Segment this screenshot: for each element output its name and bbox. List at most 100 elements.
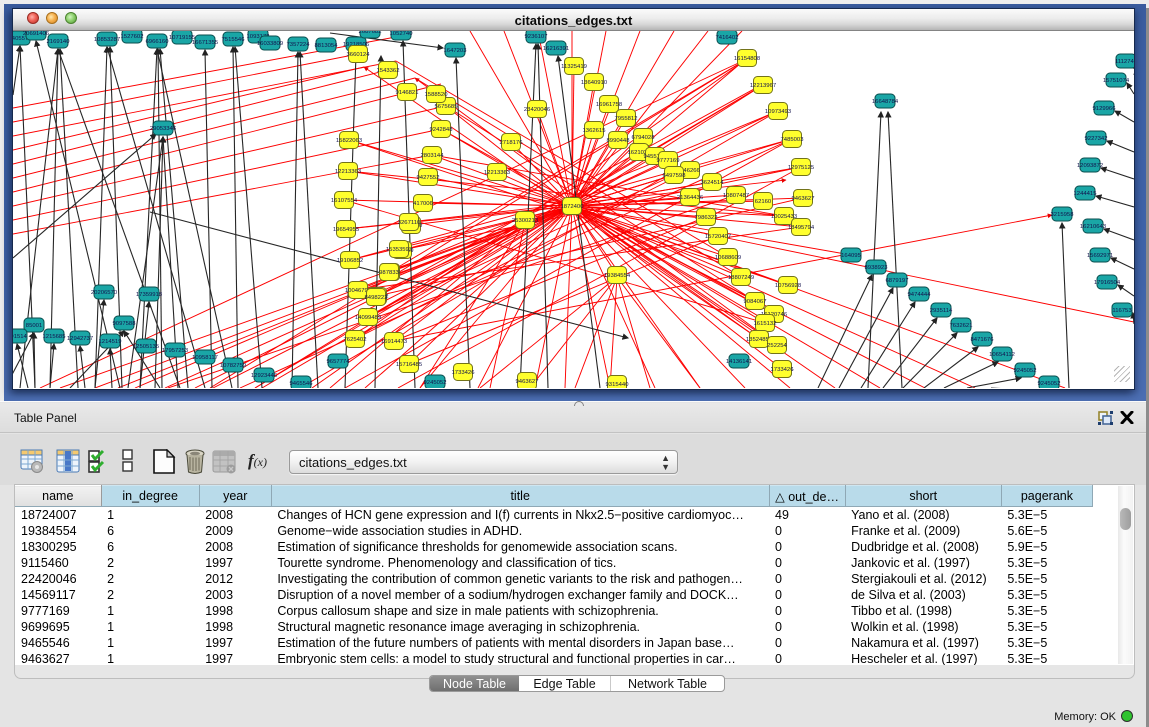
svg-text:10688609: 10688609: [715, 255, 741, 261]
svg-text:2803144: 2803144: [421, 153, 445, 159]
svg-text:9463627: 9463627: [792, 196, 815, 202]
svg-text:1527602: 1527602: [121, 34, 144, 40]
svg-text:16671355: 16671355: [192, 40, 219, 46]
svg-text:17957253: 17957253: [162, 348, 189, 354]
svg-text:17359918: 17359918: [136, 292, 163, 298]
svg-text:2718176: 2718176: [500, 140, 524, 146]
svg-text:9315440: 9315440: [606, 382, 630, 388]
svg-text:1647203: 1647203: [444, 48, 468, 54]
svg-text:16154808: 16154808: [734, 56, 761, 62]
svg-text:6497598: 6497598: [663, 173, 687, 179]
svg-text:20691406: 20691406: [23, 31, 50, 37]
svg-text:10807487: 10807487: [723, 193, 749, 199]
svg-text:17916504: 17916504: [1094, 280, 1121, 286]
svg-text:3624514: 3624514: [701, 180, 725, 186]
svg-text:391514: 391514: [13, 334, 28, 340]
svg-text:15822063: 15822063: [336, 138, 363, 144]
svg-text:20206570: 20206570: [91, 290, 118, 296]
svg-text:5675685: 5675685: [435, 104, 459, 110]
svg-text:1872400: 1872400: [561, 204, 585, 210]
svg-text:9777169: 9777169: [657, 158, 680, 164]
svg-text:19384554: 19384554: [604, 273, 631, 279]
svg-text:62160: 62160: [755, 199, 772, 205]
svg-text:12975125: 12975125: [788, 165, 815, 171]
svg-text:6794028: 6794028: [632, 135, 656, 141]
svg-text:12213967: 12213967: [750, 83, 776, 89]
svg-text:1543362: 1543362: [377, 68, 400, 74]
svg-text:2687682: 2687682: [359, 31, 382, 35]
svg-text:18807249: 18807249: [728, 275, 754, 281]
svg-text:23420046: 23420046: [524, 107, 551, 113]
svg-text:7357224: 7357224: [287, 42, 311, 48]
svg-text:1214519: 1214519: [99, 339, 122, 345]
svg-text:19106852: 19106852: [337, 258, 363, 264]
svg-text:19654955: 19654955: [333, 227, 360, 233]
svg-text:3267110: 3267110: [398, 220, 421, 226]
svg-text:3660124: 3660124: [347, 52, 371, 58]
svg-text:12942737: 12942737: [67, 336, 93, 342]
svg-text:16961758: 16961758: [596, 102, 623, 108]
svg-text:2169140: 2169140: [47, 39, 71, 45]
svg-text:7986322: 7986322: [695, 215, 718, 221]
svg-text:9236107: 9236107: [525, 34, 548, 40]
svg-text:29053346: 29053346: [150, 126, 177, 132]
svg-text:25300213: 25300213: [512, 218, 539, 224]
svg-text:1588520: 1588520: [425, 92, 449, 98]
svg-text:12213363: 12213363: [484, 170, 511, 176]
svg-text:9245052: 9245052: [424, 380, 447, 386]
svg-text:8471676: 8471676: [971, 337, 995, 343]
svg-text:9146821: 9146821: [396, 90, 419, 96]
svg-text:15720407: 15720407: [705, 234, 731, 240]
svg-text:6879197: 6879197: [886, 278, 909, 284]
svg-text:9084067: 9084067: [744, 299, 767, 305]
svg-text:1215685: 1215685: [43, 334, 67, 340]
svg-text:1112740: 1112740: [1115, 59, 1134, 65]
svg-text:9245052: 9245052: [1014, 368, 1037, 374]
svg-text:18495794: 18495794: [788, 225, 815, 231]
svg-text:9657774: 9657774: [327, 359, 351, 365]
svg-text:85001: 85001: [26, 323, 42, 329]
svg-text:1733426: 1733426: [771, 367, 795, 373]
svg-text:6966160: 6966160: [146, 39, 170, 45]
svg-text:1733426: 1733426: [452, 370, 476, 376]
svg-text:1244415: 1244415: [1074, 191, 1098, 197]
svg-text:15353593: 15353593: [386, 247, 413, 253]
svg-text:3215958: 3215958: [1051, 212, 1075, 218]
svg-text:8813054: 8813054: [315, 43, 339, 49]
svg-text:12505135: 12505135: [133, 344, 160, 350]
svg-text:14136141: 14136141: [726, 359, 752, 365]
svg-text:9129966: 9129966: [1093, 106, 1117, 112]
svg-text:12213363: 12213363: [335, 169, 362, 175]
svg-text:7625402: 7625402: [344, 337, 367, 343]
svg-text:12093872: 12093872: [1077, 163, 1103, 169]
svg-text:1362615: 1362615: [583, 128, 607, 134]
svg-text:16107554: 16107554: [331, 198, 358, 204]
svg-text:8938923: 8938923: [865, 265, 889, 271]
svg-text:10756928: 10756928: [775, 283, 802, 289]
svg-text:16216391: 16216391: [543, 46, 569, 52]
svg-text:10958117: 10958117: [192, 355, 218, 361]
svg-text:16210643: 16210643: [1080, 224, 1107, 230]
svg-text:7955812: 7955812: [615, 116, 638, 122]
svg-text:16033809: 16033809: [257, 41, 283, 47]
svg-text:10654112: 10654112: [989, 352, 1015, 358]
svg-text:15751074: 15751074: [1103, 78, 1130, 84]
svg-text:15716485: 15716485: [396, 362, 423, 368]
svg-text:21364436: 21364436: [677, 195, 704, 201]
svg-text:9474444: 9474444: [908, 292, 932, 298]
svg-text:9465546: 9465546: [290, 381, 314, 387]
svg-text:7632621: 7632621: [950, 323, 973, 329]
svg-text:14099489: 14099489: [355, 315, 381, 321]
svg-text:7416402: 7416402: [716, 35, 739, 41]
svg-text:9245052: 9245052: [1038, 381, 1061, 387]
svg-text:9097588: 9097588: [113, 321, 137, 327]
svg-text:417006: 417006: [413, 201, 433, 207]
svg-text:9427552: 9427552: [417, 175, 440, 181]
svg-text:10853287: 10853287: [94, 37, 120, 43]
svg-text:16648784: 16648784: [872, 99, 899, 105]
svg-text:9463627: 9463627: [516, 379, 539, 385]
svg-text:164095: 164095: [841, 253, 861, 259]
svg-text:15692971: 15692971: [1087, 253, 1113, 259]
svg-text:16914473: 16914473: [381, 339, 408, 345]
svg-text:987833: 987833: [379, 270, 399, 276]
